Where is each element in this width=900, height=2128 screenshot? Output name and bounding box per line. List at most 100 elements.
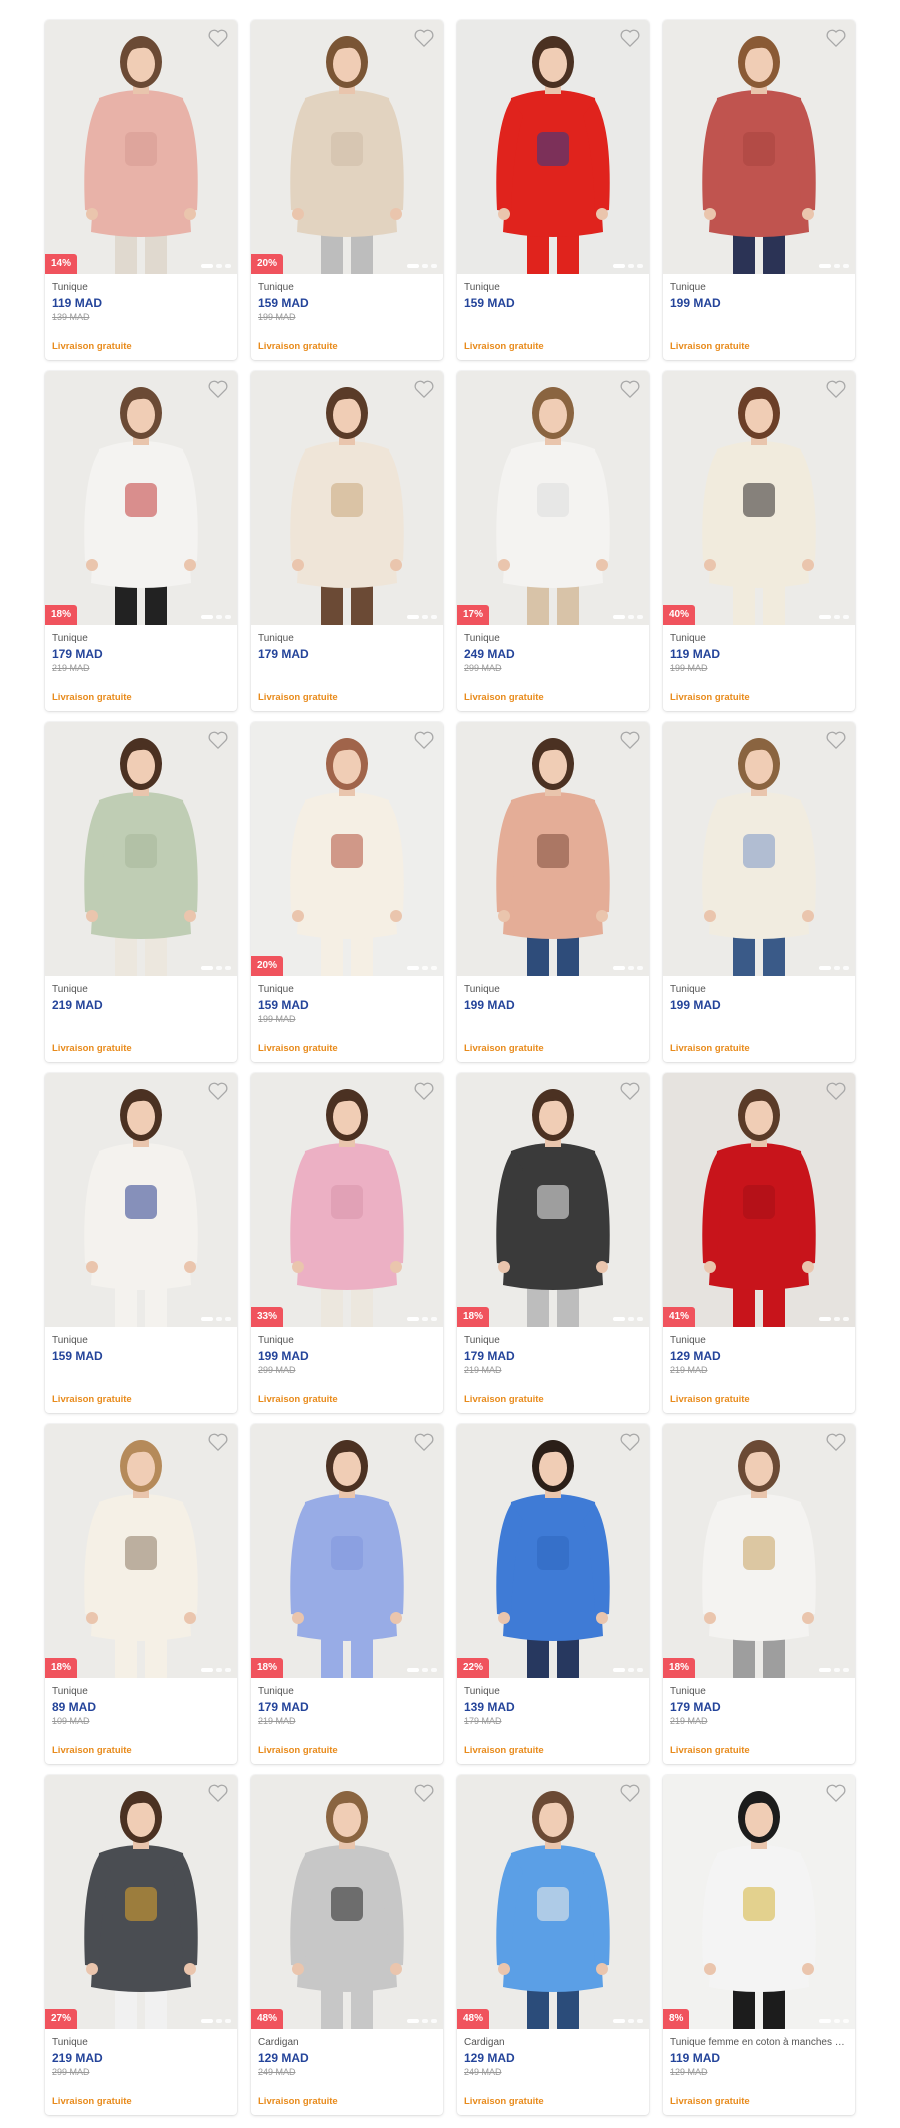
image-carousel-dots[interactable] (407, 2019, 437, 2023)
product-card[interactable]: 33% Tunique 199 MAD 299 MAD Livraison gratui… (251, 1073, 443, 1413)
favorite-heart-icon[interactable] (413, 1783, 435, 1803)
product-card[interactable]: 18% Tunique 179 MAD 219 MAD Livraison gratui… (663, 1424, 855, 1764)
favorite-heart-icon[interactable] (825, 730, 847, 750)
favorite-heart-icon[interactable] (619, 1432, 641, 1452)
image-carousel-dots[interactable] (407, 1317, 437, 1321)
image-carousel-dots[interactable] (613, 615, 643, 619)
product-card[interactable]: Tunique 159 MAD Livraison gratuite (457, 20, 649, 360)
favorite-heart-icon[interactable] (413, 730, 435, 750)
image-carousel-dots[interactable] (613, 2019, 643, 2023)
product-image[interactable]: 20% (251, 722, 443, 976)
product-card[interactable]: Tunique 219 MAD Livraison gratuite (45, 722, 237, 1062)
product-image[interactable] (663, 20, 855, 274)
image-carousel-dots[interactable] (201, 264, 231, 268)
favorite-heart-icon[interactable] (207, 379, 229, 399)
favorite-heart-icon[interactable] (825, 1081, 847, 1101)
product-card[interactable]: 48% Cardigan 129 MAD 249 MAD Livraison gratu… (251, 1775, 443, 2115)
image-carousel-dots[interactable] (201, 1668, 231, 1672)
product-card[interactable]: 27% Tunique 219 MAD 299 MAD Livraison gratui… (45, 1775, 237, 2115)
favorite-heart-icon[interactable] (413, 28, 435, 48)
product-card[interactable]: 18% Tunique 179 MAD 219 MAD Livraison gratui… (45, 371, 237, 711)
product-card[interactable]: Tunique 179 MAD Livraison gratuite (251, 371, 443, 711)
product-card[interactable]: 22% Tunique 139 MAD 179 MAD Livraison gratui… (457, 1424, 649, 1764)
image-carousel-dots[interactable] (819, 966, 849, 970)
image-carousel-dots[interactable] (407, 615, 437, 619)
image-carousel-dots[interactable] (407, 966, 437, 970)
product-image[interactable]: 18% (251, 1424, 443, 1678)
image-carousel-dots[interactable] (201, 2019, 231, 2023)
image-carousel-dots[interactable] (819, 1668, 849, 1672)
image-carousel-dots[interactable] (819, 615, 849, 619)
product-image[interactable] (457, 20, 649, 274)
original-price: 139 MAD (52, 312, 90, 322)
product-image[interactable]: 18% (45, 371, 237, 625)
product-image[interactable]: 41% (663, 1073, 855, 1327)
product-image[interactable]: 33% (251, 1073, 443, 1327)
product-image[interactable]: 8% (663, 1775, 855, 2029)
image-carousel-dots[interactable] (819, 2019, 849, 2023)
product-image[interactable]: 27% (45, 1775, 237, 2029)
image-carousel-dots[interactable] (819, 264, 849, 268)
product-image[interactable] (251, 371, 443, 625)
image-carousel-dots[interactable] (613, 264, 643, 268)
favorite-heart-icon[interactable] (619, 730, 641, 750)
favorite-heart-icon[interactable] (619, 1783, 641, 1803)
image-carousel-dots[interactable] (407, 1668, 437, 1672)
product-image[interactable]: 20% (251, 20, 443, 274)
product-card[interactable]: 20% Tunique 159 MAD 199 MAD Livraison gratui… (251, 722, 443, 1062)
product-card[interactable]: 14% Tunique 119 MAD 139 MAD Livraison gratui… (45, 20, 237, 360)
image-carousel-dots[interactable] (613, 1317, 643, 1321)
image-carousel-dots[interactable] (613, 1668, 643, 1672)
favorite-heart-icon[interactable] (207, 1783, 229, 1803)
favorite-heart-icon[interactable] (207, 730, 229, 750)
favorite-heart-icon[interactable] (619, 379, 641, 399)
favorite-heart-icon[interactable] (413, 379, 435, 399)
image-carousel-dots[interactable] (201, 615, 231, 619)
product-card[interactable]: Tunique 199 MAD Livraison gratuite (457, 722, 649, 1062)
product-image[interactable] (45, 1073, 237, 1327)
image-carousel-dots[interactable] (819, 1317, 849, 1321)
favorite-heart-icon[interactable] (825, 379, 847, 399)
product-card[interactable]: 20% Tunique 159 MAD 199 MAD Livraison gratui… (251, 20, 443, 360)
model-illustration (290, 1440, 404, 1678)
image-carousel-dots[interactable] (201, 966, 231, 970)
product-card[interactable]: Tunique 159 MAD Livraison gratuite (45, 1073, 237, 1413)
product-image[interactable]: 48% (457, 1775, 649, 2029)
image-carousel-dots[interactable] (613, 966, 643, 970)
image-carousel-dots[interactable] (201, 1317, 231, 1321)
image-carousel-dots[interactable] (407, 264, 437, 268)
product-card[interactable]: 48% Cardigan 129 MAD 249 MAD Livraison gratu… (457, 1775, 649, 2115)
product-image[interactable] (663, 722, 855, 976)
product-card[interactable]: 18% Tunique 179 MAD 219 MAD Livraison gratui… (251, 1424, 443, 1764)
favorite-heart-icon[interactable] (207, 1432, 229, 1452)
favorite-heart-icon[interactable] (825, 28, 847, 48)
favorite-heart-icon[interactable] (207, 28, 229, 48)
product-image[interactable]: 18% (45, 1424, 237, 1678)
product-image[interactable]: 40% (663, 371, 855, 625)
favorite-heart-icon[interactable] (413, 1432, 435, 1452)
favorite-heart-icon[interactable] (619, 28, 641, 48)
favorite-heart-icon[interactable] (413, 1081, 435, 1101)
product-image[interactable]: 18% (457, 1073, 649, 1327)
product-card[interactable]: Tunique 199 MAD Livraison gratuite (663, 722, 855, 1062)
product-image[interactable]: 48% (251, 1775, 443, 2029)
product-card[interactable]: 17% Tunique 249 MAD 299 MAD Livraison gratui… (457, 371, 649, 711)
favorite-heart-icon[interactable] (825, 1432, 847, 1452)
favorite-heart-icon[interactable] (207, 1081, 229, 1101)
product-price: 199 MAD (670, 998, 721, 1012)
favorite-heart-icon[interactable] (825, 1783, 847, 1803)
product-card[interactable]: 40% Tunique 119 MAD 199 MAD Livraison gratui… (663, 371, 855, 711)
product-image[interactable]: 17% (457, 371, 649, 625)
product-card[interactable]: 8% Tunique femme en coton à manches cou..… (663, 1775, 855, 2115)
product-card[interactable]: Tunique 199 MAD Livraison gratuite (663, 20, 855, 360)
product-image[interactable]: 14% (45, 20, 237, 274)
product-card[interactable]: 41% Tunique 129 MAD 219 MAD Livraison gratui… (663, 1073, 855, 1413)
product-image[interactable] (457, 722, 649, 976)
product-card[interactable]: 18% Tunique 89 MAD 109 MAD Livraison gratuit… (45, 1424, 237, 1764)
product-image[interactable]: 18% (663, 1424, 855, 1678)
favorite-heart-icon[interactable] (619, 1081, 641, 1101)
product-grid: 14% Tunique 119 MAD 139 MAD Livraison gratui… (45, 20, 855, 2115)
product-card[interactable]: 18% Tunique 179 MAD 219 MAD Livraison gratui… (457, 1073, 649, 1413)
product-image[interactable] (45, 722, 237, 976)
product-image[interactable]: 22% (457, 1424, 649, 1678)
